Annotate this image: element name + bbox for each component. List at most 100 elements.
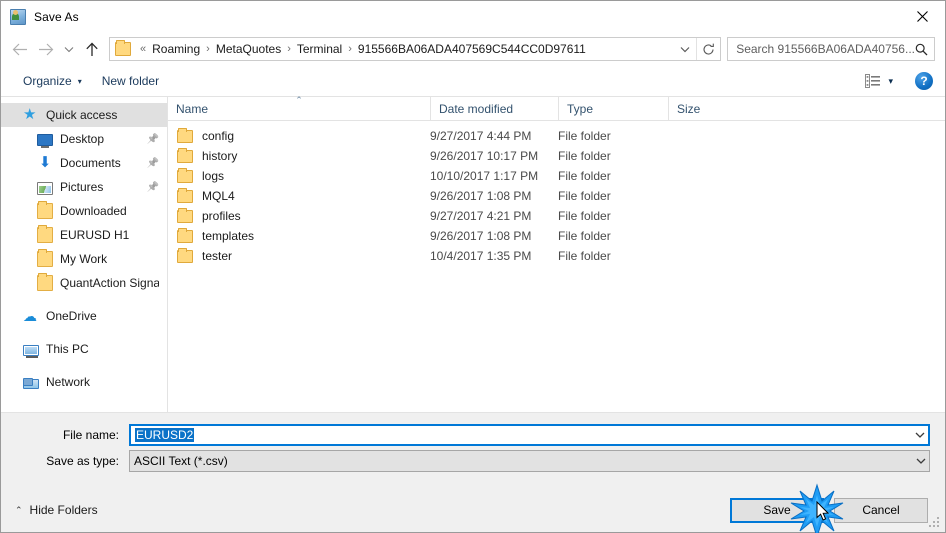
search-icon[interactable] <box>915 43 928 56</box>
sidebar-item-pictures[interactable]: Pictures 📌 <box>1 175 167 199</box>
sidebar-item-my-work[interactable]: My Work <box>1 247 167 271</box>
dialog-body: ★ Quick access Desktop 📌 ⬇ Documents 📌 Pictures… <box>1 96 945 413</box>
network-icon <box>23 378 39 389</box>
breadcrumb-item-terminal[interactable]: Terminal <box>296 42 343 56</box>
sidebar-item-network[interactable]: Network <box>1 370 167 394</box>
file-name-cell: tester <box>168 246 430 266</box>
folder-icon <box>177 147 193 163</box>
table-row[interactable]: logs 10/10/2017 1:17 PM File folder <box>168 166 945 186</box>
file-name-input[interactable]: EURUSD2 <box>129 424 930 446</box>
column-label: Date modified <box>439 102 514 116</box>
file-rows: config 9/27/2017 4:44 PM File folder histor… <box>168 121 945 412</box>
desktop-icon <box>37 134 53 148</box>
table-row[interactable]: tester 10/4/2017 1:35 PM File folder <box>168 246 945 266</box>
column-header-type[interactable]: Type <box>558 96 668 120</box>
table-row[interactable]: config 9/27/2017 4:44 PM File folder <box>168 126 945 146</box>
file-date-cell: 9/27/2017 4:21 PM <box>430 209 532 223</box>
file-name-cell: templates <box>168 226 430 246</box>
sidebar-item-quantaction-signal[interactable]: QuantAction Signal <box>1 271 167 295</box>
save-button[interactable]: Save <box>730 497 824 523</box>
pin-icon[interactable]: 📌 <box>147 182 159 193</box>
pictures-icon <box>37 181 53 195</box>
close-icon[interactable] <box>899 1 945 31</box>
hide-folders-button[interactable]: ⌃ Hide Folders <box>15 503 98 517</box>
sidebar-item-label: QuantAction Signal <box>60 276 159 290</box>
file-type-cell: File folder <box>558 229 611 243</box>
onedrive-icon: ☁ <box>23 308 37 324</box>
file-size-cell <box>668 126 748 146</box>
save-label: Save <box>763 503 791 517</box>
command-toolbar: Organize ▾ New folder ▾ ? <box>1 66 945 97</box>
refresh-icon[interactable] <box>696 38 720 60</box>
breadcrumb-item-roaming[interactable]: Roaming <box>151 42 201 56</box>
sidebar-item-eurusd-h1[interactable]: EURUSD H1 <box>1 223 167 247</box>
forward-arrow-icon[interactable] <box>33 36 59 62</box>
chevron-down-icon[interactable] <box>912 458 929 464</box>
sidebar-item-desktop[interactable]: Desktop 📌 <box>1 127 167 151</box>
breadcrumb-item-terminal-id[interactable]: 915566BA06ADA407569C544CC0D97611 <box>357 42 587 56</box>
column-headers: ⌃ Name Date modified Type Size <box>168 96 945 121</box>
chevron-up-icon: ⌃ <box>15 504 23 515</box>
column-header-name[interactable]: ⌃ Name <box>168 96 430 120</box>
sidebar-item-downloaded[interactable]: Downloaded <box>1 199 167 223</box>
sidebar-item-label: OneDrive <box>46 309 97 323</box>
breadcrumb-item-metaquotes[interactable]: MetaQuotes <box>215 42 282 56</box>
file-type-cell: File folder <box>558 249 611 263</box>
breadcrumb-separator: › <box>206 42 210 55</box>
pin-icon[interactable]: 📌 <box>147 134 159 145</box>
up-arrow-icon[interactable] <box>79 36 105 62</box>
file-name-row: File name: EURUSD2 <box>1 424 930 446</box>
folder-icon <box>177 247 193 263</box>
help-button[interactable]: ? <box>915 72 933 90</box>
file-date-cell: 10/10/2017 1:17 PM <box>430 169 539 183</box>
resize-grip-icon[interactable] <box>929 517 941 529</box>
chevron-down-icon[interactable] <box>674 46 696 53</box>
sidebar-item-documents[interactable]: ⬇ Documents 📌 <box>1 151 167 175</box>
pin-icon[interactable]: 📌 <box>147 158 159 169</box>
sidebar-item-label: Network <box>46 375 91 389</box>
address-bar[interactable]: « Roaming › MetaQuotes › Terminal › 9155… <box>109 37 722 61</box>
new-folder-button[interactable]: New folder <box>96 71 165 91</box>
column-header-size[interactable]: Size <box>668 96 748 120</box>
file-size-cell <box>668 246 748 266</box>
save-as-type-select[interactable]: ASCII Text (*.csv) <box>129 450 930 472</box>
help-label: ? <box>920 74 928 88</box>
cancel-label: Cancel <box>862 503 900 517</box>
file-date-cell: 9/26/2017 1:08 PM <box>430 229 532 243</box>
file-type-cell: File folder <box>558 209 611 223</box>
file-name-cell: config <box>168 126 430 146</box>
file-name-cell: logs <box>168 166 430 186</box>
back-arrow-icon[interactable] <box>7 36 33 62</box>
view-layout-button[interactable]: ▾ <box>861 71 897 91</box>
file-name-label: File name: <box>62 428 119 442</box>
window-title: Save As <box>34 9 79 24</box>
file-type-cell: File folder <box>558 149 611 163</box>
folder-icon <box>37 201 53 219</box>
table-row[interactable]: templates 9/26/2017 1:08 PM File folder <box>168 226 945 246</box>
this-pc-icon <box>23 344 39 358</box>
breadcrumb-overflow[interactable]: « <box>135 43 151 55</box>
folder-icon <box>177 187 193 203</box>
table-row[interactable]: MQL4 9/26/2017 1:08 PM File folder <box>168 186 945 206</box>
hide-folders-label: Hide Folders <box>29 503 98 517</box>
documents-icon: ⬇ <box>38 154 52 171</box>
recent-locations-chevron-icon[interactable] <box>59 36 79 62</box>
cancel-button[interactable]: Cancel <box>834 497 928 523</box>
sidebar-item-onedrive[interactable]: ☁ OneDrive <box>1 304 167 328</box>
new-folder-label: New folder <box>101 74 160 88</box>
table-row[interactable]: history 9/26/2017 10:17 PM File folder <box>168 146 945 166</box>
folder-icon <box>177 227 193 243</box>
column-header-date-modified[interactable]: Date modified <box>430 96 558 120</box>
sidebar-item-this-pc[interactable]: This PC <box>1 337 167 361</box>
sidebar-item-quick-access[interactable]: ★ Quick access <box>1 103 167 127</box>
file-date-cell: 9/26/2017 10:17 PM <box>430 149 539 163</box>
organize-button[interactable]: Organize ▾ <box>17 71 88 91</box>
save-as-type-label: Save as type: <box>46 454 119 468</box>
column-label: Size <box>677 102 701 116</box>
file-date-cell: 9/26/2017 1:08 PM <box>430 189 532 203</box>
file-name-value: EURUSD2 <box>135 428 195 442</box>
chevron-down-icon[interactable] <box>911 432 928 438</box>
file-date-cell: 9/27/2017 4:44 PM <box>430 129 532 143</box>
search-input[interactable]: Search 915566BA06ADA40756... <box>727 37 935 61</box>
table-row[interactable]: profiles 9/27/2017 4:21 PM File folder <box>168 206 945 226</box>
